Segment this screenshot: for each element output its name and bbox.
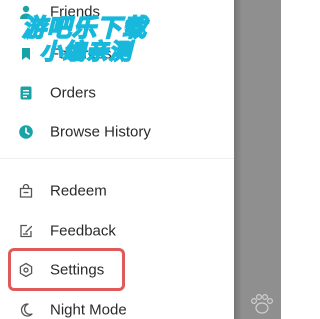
menu-item-label: Night Mode — [50, 301, 127, 319]
clock-icon — [18, 124, 34, 140]
menu-item-label: Browse History — [50, 123, 151, 141]
menu-item-feedback[interactable]: Feedback — [0, 211, 234, 251]
menu-item-night-mode[interactable]: Night Mode — [0, 290, 234, 319]
menu-item-orders[interactable]: Orders — [0, 73, 234, 113]
menu-item-label: Feedback — [50, 222, 116, 240]
orders-icon — [18, 85, 34, 101]
settings-highlight-box — [8, 248, 125, 291]
watermark-line-2: 小编亲测 — [39, 39, 133, 66]
crescent-moon-icon — [18, 302, 34, 318]
dimmed-overlay[interactable] — [234, 0, 281, 319]
menu-divider — [0, 158, 234, 159]
menu-item-label: Redeem — [50, 182, 107, 200]
site-watermark: 游吧乐下载 小编亲测 — [14, 8, 174, 66]
menu-item-label: Orders — [50, 84, 96, 102]
paw-watermark-icon — [250, 293, 274, 314]
edit-note-icon — [18, 223, 34, 239]
screen: Friends Favorites Orders Browse History … — [0, 0, 281, 319]
menu-item-redeem[interactable]: Redeem — [0, 171, 234, 211]
gift-bag-icon — [18, 183, 34, 199]
overlay-shadow — [234, 0, 242, 319]
menu-item-browse-history[interactable]: Browse History — [0, 112, 234, 152]
